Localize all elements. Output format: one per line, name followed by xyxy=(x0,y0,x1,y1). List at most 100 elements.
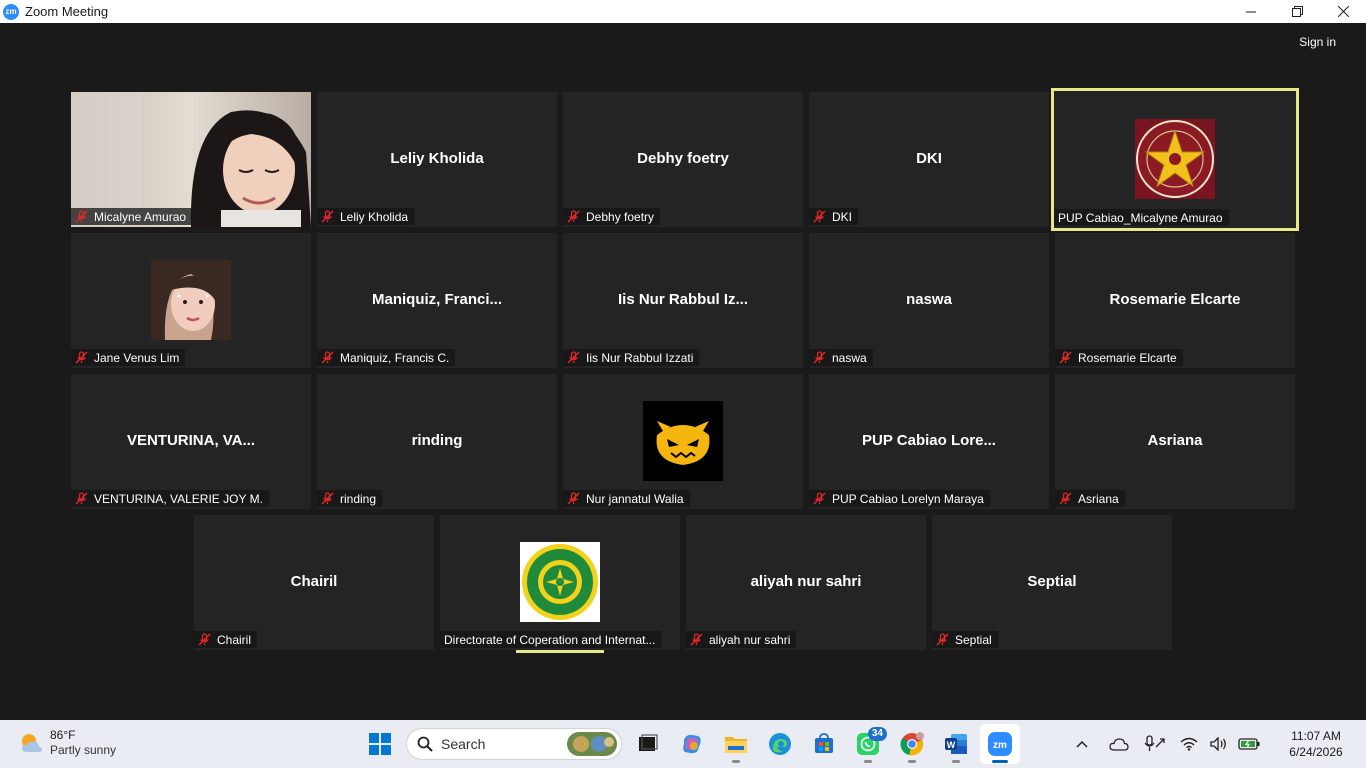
battery-charging-icon xyxy=(1238,738,1260,750)
participant-display-name: VENTURINA, VA... xyxy=(126,432,256,449)
participant-display-name: naswa xyxy=(906,291,952,308)
onedrive-button[interactable] xyxy=(1107,732,1131,756)
taskbar-apps: Search 34 W zm xyxy=(358,724,1022,764)
minimize-button[interactable] xyxy=(1228,0,1274,23)
word-button[interactable]: W xyxy=(936,724,976,764)
restore-icon xyxy=(1291,6,1303,17)
running-indicator xyxy=(908,760,916,763)
participant-tile[interactable]: aliyah nur sahri aliyah nur sahri xyxy=(686,515,926,650)
chrome-icon xyxy=(900,732,924,756)
participant-display-name: Septial xyxy=(1027,573,1077,590)
participant-name-label: rinding xyxy=(317,490,383,507)
participant-display-name: Debhy foetry xyxy=(637,150,729,167)
participant-name-label: PUP Cabiao Lorelyn Maraya xyxy=(809,490,990,507)
muted-mic-icon xyxy=(75,492,88,505)
participant-tile[interactable]: Chairil Chairil xyxy=(194,515,434,650)
participant-display-name: PUP Cabiao Lore... xyxy=(862,432,996,449)
participant-tile[interactable]: VENTURINA, VA... VENTURINA, VALERIE JOY … xyxy=(71,374,311,509)
university-seal-logo xyxy=(1135,119,1215,199)
windows-taskbar: 86°F Partly sunny Search 34 W zm 11:07 A… xyxy=(0,720,1366,768)
restore-button[interactable] xyxy=(1274,0,1320,23)
notification-badge: 34 xyxy=(867,727,887,741)
participant-tile[interactable]: Asriana Asriana xyxy=(1055,374,1295,509)
weather-description: Partly sunny xyxy=(50,743,117,757)
muted-mic-icon xyxy=(1059,492,1072,505)
participant-tile[interactable]: rinding rinding xyxy=(317,374,557,509)
battery-status-button[interactable] xyxy=(1237,732,1261,756)
taskbar-clock[interactable]: 11:07 AM 6/24/2026 xyxy=(1272,728,1360,760)
zoom-app-button[interactable]: zm xyxy=(980,724,1020,764)
close-icon xyxy=(1337,6,1349,17)
participant-tile[interactable]: Iis Nur Rabbul Iz... Iis Nur Rabbul Izza… xyxy=(563,233,803,368)
whatsapp-button[interactable]: 34 xyxy=(848,724,888,764)
participant-display-name: DKI xyxy=(916,150,942,167)
microphone-in-use-button[interactable] xyxy=(1142,732,1166,756)
participant-tile[interactable]: PUP Cabiao Lore... PUP Cabiao Lorelyn Ma… xyxy=(809,374,1049,509)
edge-browser-button[interactable] xyxy=(760,724,800,764)
running-indicator xyxy=(864,760,872,763)
start-button[interactable] xyxy=(360,724,400,764)
participant-tile-video[interactable]: Micalyne Amurao xyxy=(71,92,311,227)
university-logo xyxy=(520,542,600,622)
participant-tile[interactable]: Debhy foetry Debhy foetry xyxy=(563,92,803,227)
audio-activity-indicator xyxy=(516,650,604,653)
participant-tile[interactable]: DKI DKI xyxy=(809,92,1049,227)
participant-display-name: Rosemarie Elcarte xyxy=(1109,291,1241,308)
weather-temperature: 86°F xyxy=(50,728,76,742)
weather-widget[interactable]: 86°F Partly sunny xyxy=(18,728,116,758)
participant-tile-active-speaker[interactable]: PUP Cabiao_Micalyne Amurao xyxy=(1051,88,1299,231)
muted-mic-icon xyxy=(567,210,580,223)
participant-name-label: Nur jannatul Walia xyxy=(563,490,690,507)
participant-tile[interactable]: Rosemarie Elcarte Rosemarie Elcarte xyxy=(1055,233,1295,368)
muted-mic-icon xyxy=(567,351,580,364)
chrome-browser-button[interactable] xyxy=(892,724,932,764)
svg-text:W: W xyxy=(947,740,956,750)
participant-name-label: Directorate of Coperation and Internat..… xyxy=(440,631,662,648)
participant-tile[interactable]: Leliy Kholida Leliy Kholida xyxy=(317,92,557,227)
participant-name-label: Maniquiz, Francis C. xyxy=(317,349,456,366)
participant-display-name: Leliy Kholida xyxy=(390,150,484,167)
zoom-icon: zm xyxy=(988,732,1012,756)
participant-name-label: Asriana xyxy=(1055,490,1125,507)
chevron-up-icon xyxy=(1076,740,1088,748)
participant-tile[interactable]: Directorate of Coperation and Internat..… xyxy=(440,515,680,650)
running-indicator xyxy=(992,760,1008,763)
participant-tile[interactable]: Nur jannatul Walia xyxy=(563,374,803,509)
wifi-status-button[interactable] xyxy=(1177,732,1201,756)
taskbar-search-box[interactable]: Search xyxy=(406,728,622,760)
participant-tile[interactable]: Maniquiz, Franci... Maniquiz, Francis C. xyxy=(317,233,557,368)
show-hidden-icons-button[interactable] xyxy=(1070,732,1094,756)
close-button[interactable] xyxy=(1320,0,1366,23)
participant-name-label: naswa xyxy=(809,349,873,366)
participant-display-name: Asriana xyxy=(1147,432,1203,449)
edge-icon xyxy=(769,733,791,755)
participant-name-label: Chairil xyxy=(194,631,258,648)
participant-name-label: PUP Cabiao_Micalyne Amurao xyxy=(1054,209,1229,226)
sign-in-link[interactable]: Sign in xyxy=(1299,35,1336,49)
meeting-gallery-view: Sign in Micalyne Amurao Leliy Kholida Le… xyxy=(0,23,1366,720)
participant-name-label: aliyah nur sahri xyxy=(686,631,797,648)
participant-name-label: Jane Venus Lim xyxy=(71,349,186,366)
participant-avatar xyxy=(643,401,723,481)
volume-button[interactable] xyxy=(1207,732,1231,756)
participant-tile[interactable]: Septial Septial xyxy=(932,515,1172,650)
muted-mic-icon xyxy=(198,633,211,646)
participant-tile[interactable]: Jane Venus Lim xyxy=(71,233,311,368)
window-title: Zoom Meeting xyxy=(25,4,109,19)
participant-avatar xyxy=(151,260,231,340)
task-view-button[interactable] xyxy=(628,724,668,764)
folder-icon xyxy=(725,737,747,753)
participant-display-name: Chairil xyxy=(290,573,338,590)
muted-mic-icon xyxy=(690,633,703,646)
participant-name-label: Micalyne Amurao xyxy=(71,208,193,225)
participant-display-name: Iis Nur Rabbul Iz... xyxy=(617,291,748,308)
microsoft-store-button[interactable] xyxy=(804,724,844,764)
task-view-icon xyxy=(639,734,658,751)
participant-tile[interactable]: naswa naswa xyxy=(809,233,1049,368)
muted-mic-icon xyxy=(813,492,826,505)
microphone-icon xyxy=(1144,735,1165,751)
word-icon: W xyxy=(945,734,967,754)
minimize-icon xyxy=(1246,11,1256,12)
file-explorer-button[interactable] xyxy=(716,724,756,764)
copilot-button[interactable] xyxy=(672,724,712,764)
